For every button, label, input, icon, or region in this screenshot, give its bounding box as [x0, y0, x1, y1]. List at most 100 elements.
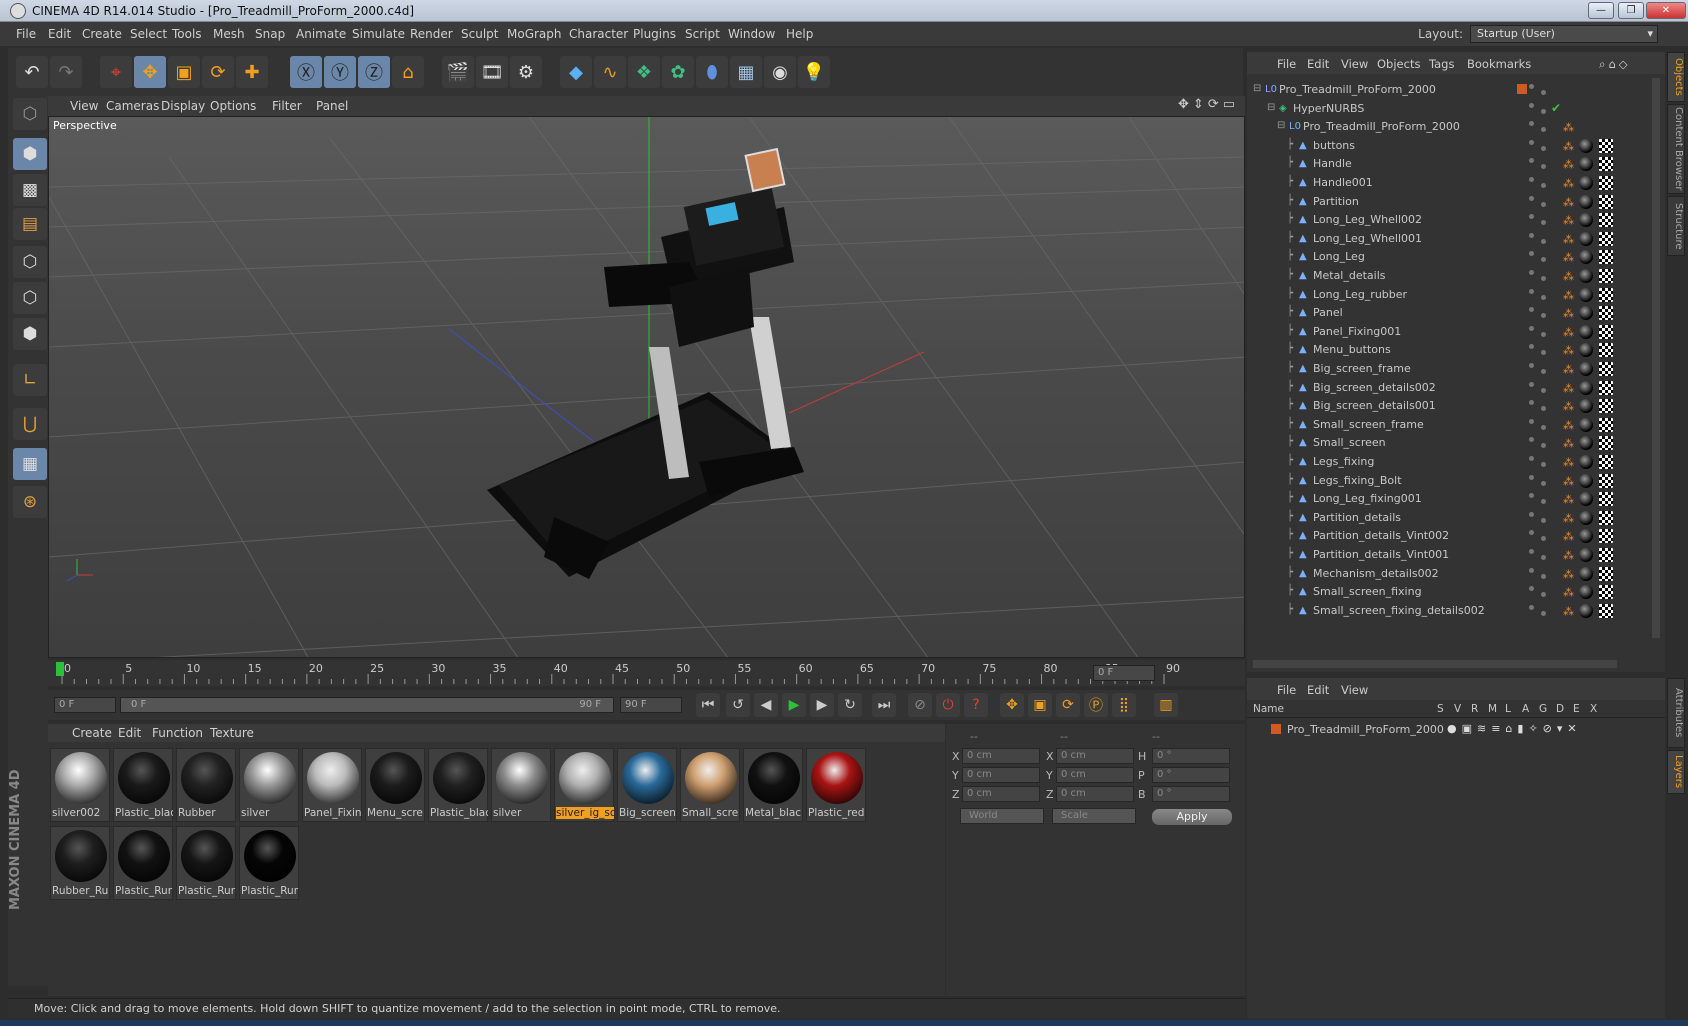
material-tag-icon[interactable] [1579, 269, 1593, 283]
obj-menu-objects[interactable]: Objects [1377, 57, 1420, 71]
uvw-tag-icon[interactable] [1599, 566, 1613, 581]
live-selection-icon[interactable]: ✚ [236, 56, 268, 88]
material-swatch[interactable]: Rubber_Ru [50, 826, 110, 900]
layer-flag-icons[interactable]: ●▣≋≡⌂▮✧⊘▾✕ [1447, 722, 1582, 735]
timeline-window-icon[interactable]: ▥ [1154, 693, 1178, 717]
material-tag-icon[interactable] [1579, 566, 1593, 581]
material-swatch[interactable]: silver [491, 748, 551, 822]
menu-mograph[interactable]: MoGraph [507, 27, 562, 41]
end-frame-field[interactable]: 90 F [620, 697, 682, 713]
phong-tag-icon[interactable]: ⁂ [1563, 177, 1574, 190]
playhead[interactable] [56, 662, 64, 676]
dot-editor-visibility-icon[interactable] [1529, 363, 1534, 368]
rot-b-field[interactable]: 0 ° [1152, 786, 1230, 802]
dot-editor-visibility-icon[interactable] [1529, 381, 1534, 387]
material-tag-icon[interactable] [1579, 362, 1593, 376]
object-scrollbar[interactable] [1652, 78, 1660, 638]
object-row[interactable]: ┝ ▲ Small_screen_frame ⁂ [1247, 415, 1647, 435]
layer-col-d[interactable]: D [1556, 703, 1564, 715]
uvw-tag-icon[interactable] [1599, 250, 1613, 265]
material-swatch[interactable]: silver_ig_sc [554, 748, 614, 822]
uvw-tag-icon[interactable] [1599, 306, 1613, 321]
material-swatch[interactable]: Plastic_Rur [113, 826, 173, 900]
uvw-tag-icon[interactable] [1599, 324, 1613, 339]
layer-col-a[interactable]: A [1522, 703, 1529, 715]
menu-sculpt[interactable]: Sculpt [461, 27, 498, 41]
dot-render-visibility-icon[interactable] [1541, 257, 1546, 263]
uvw-tag-icon[interactable] [1599, 176, 1613, 190]
dot-editor-visibility-icon[interactable] [1529, 511, 1534, 517]
material-tag-icon[interactable] [1579, 529, 1593, 544]
viewport-menu-display[interactable]: Display [161, 99, 205, 113]
edges-mode-icon[interactable]: ⬡ [13, 282, 47, 314]
material-swatch[interactable]: Panel_Fixin [302, 748, 362, 822]
phong-tag-icon[interactable]: ⁂ [1563, 382, 1574, 395]
dot-render-visibility-icon[interactable] [1541, 164, 1546, 170]
obj-menu-view[interactable]: View [1341, 57, 1368, 71]
dot-editor-visibility-icon[interactable] [1529, 195, 1534, 201]
uvw-tag-icon[interactable] [1599, 138, 1613, 153]
phong-tag-icon[interactable]: ⁂ [1563, 344, 1574, 357]
phong-tag-icon[interactable]: ⁂ [1563, 307, 1574, 320]
material-swatch[interactable]: Big_screen [617, 748, 677, 822]
phong-tag-icon[interactable]: ⁂ [1563, 419, 1574, 432]
uvw-tag-icon[interactable] [1599, 585, 1613, 600]
object-row[interactable]: ┝ ▲ Big_screen_frame ⁂ [1247, 359, 1647, 379]
phong-tag-icon[interactable]: ⁂ [1563, 326, 1574, 339]
viewport-menu-panel[interactable]: Panel [316, 99, 348, 113]
dot-render-visibility-icon[interactable] [1541, 145, 1546, 151]
phong-tag-icon[interactable]: ⁂ [1563, 158, 1574, 171]
material-swatch[interactable]: Metal_blac [743, 748, 803, 822]
phong-tag-icon[interactable]: ⁂ [1563, 251, 1574, 264]
spline-icon[interactable]: ∿ [594, 56, 626, 88]
menu-animate[interactable]: Animate [296, 27, 346, 41]
object-row[interactable]: ┝ ▲ Small_screen ⁂ [1247, 433, 1647, 453]
phong-tag-icon[interactable]: ⁂ [1563, 512, 1574, 525]
frame-range-slider[interactable]: 0 F 90 F [120, 697, 614, 713]
x-axis-icon[interactable]: Ⓧ [290, 56, 322, 88]
material-tag-icon[interactable] [1579, 455, 1593, 469]
uvw-tag-icon[interactable] [1599, 510, 1613, 525]
layer-col-e[interactable]: E [1573, 703, 1580, 715]
material-swatch[interactable]: Small_scre [680, 748, 740, 822]
object-row[interactable]: ┝ ▲ Handle ⁂ [1247, 154, 1647, 174]
keyframe-selection-icon[interactable]: ? [964, 693, 988, 717]
key-pla-icon[interactable]: ⣿ [1112, 693, 1136, 717]
size-z-field[interactable]: 0 cm [1056, 786, 1134, 802]
material-tag-icon[interactable] [1579, 603, 1593, 618]
material-menu-function[interactable]: Function [152, 726, 203, 740]
menu-render[interactable]: Render [410, 27, 453, 41]
object-row[interactable]: ┝ ▲ Handle001 ⁂ [1247, 173, 1647, 193]
dot-render-visibility-icon[interactable] [1541, 406, 1546, 412]
phong-tag-icon[interactable]: ⁂ [1563, 363, 1574, 376]
material-tag-icon[interactable] [1579, 343, 1593, 358]
viewport-menu-view[interactable]: View [70, 99, 98, 113]
object-row[interactable]: ┝ ▲ buttons ⁂ [1247, 136, 1647, 156]
goto-start-icon[interactable]: ⏮ [696, 693, 720, 717]
axis-mode-icon[interactable]: ∟ [13, 364, 47, 396]
phong-tag-icon[interactable]: ⁂ [1563, 605, 1574, 618]
close-button[interactable]: ✕ [1646, 2, 1686, 19]
dot-editor-visibility-icon[interactable] [1529, 549, 1534, 554]
tab-structure[interactable]: Structure [1667, 196, 1685, 256]
uvw-tag-icon[interactable] [1599, 380, 1613, 395]
phong-tag-icon[interactable]: ⁂ [1563, 270, 1574, 283]
phong-tag-icon[interactable]: ⁂ [1563, 493, 1574, 506]
uvw-tag-icon[interactable] [1599, 603, 1613, 618]
dot-editor-visibility-icon[interactable] [1529, 288, 1534, 294]
dot-render-visibility-icon[interactable] [1541, 462, 1546, 467]
menu-script[interactable]: Script [685, 27, 720, 41]
magnet-icon[interactable]: ⋃ [13, 408, 47, 440]
uvw-tag-icon[interactable] [1599, 269, 1613, 283]
uvw-tag-icon[interactable] [1599, 548, 1613, 562]
object-row[interactable]: ┝ ▲ Long_Leg_Whell002 ⁂ [1247, 210, 1647, 230]
dot-editor-visibility-icon[interactable] [1529, 567, 1534, 573]
dot-editor-visibility-icon[interactable] [1529, 604, 1534, 610]
key-scale-icon[interactable]: ▣ [1028, 693, 1052, 717]
menu-plugins[interactable]: Plugins [633, 27, 676, 41]
dot-render-visibility-icon[interactable] [1541, 573, 1546, 579]
object-row[interactable]: ┝ ▲ Small_screen_fixing ⁂ [1247, 582, 1647, 602]
dot-render-visibility-icon[interactable] [1541, 443, 1546, 449]
material-tag-icon[interactable] [1579, 473, 1593, 488]
cube-icon[interactable]: ◆ [560, 56, 592, 88]
